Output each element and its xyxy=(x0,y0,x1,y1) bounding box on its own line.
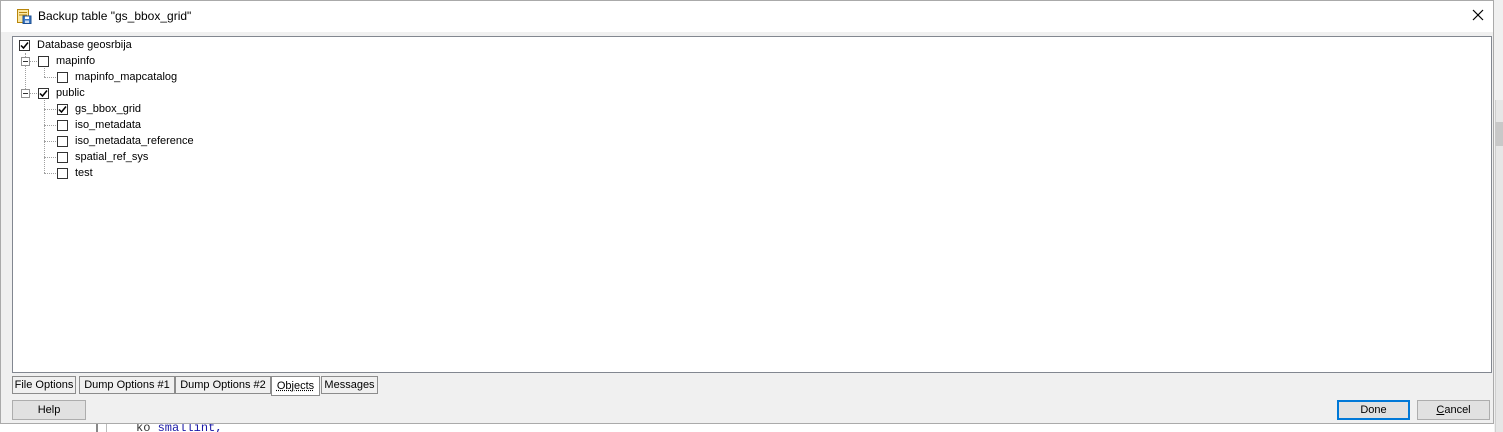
tab-label: File Options xyxy=(14,379,74,391)
tree-item-iso-metadata-reference[interactable]: iso_metadata_reference xyxy=(57,133,194,149)
tree-connector xyxy=(44,141,56,142)
checkbox-test[interactable] xyxy=(57,167,68,179)
tree-connector xyxy=(44,173,56,174)
tree-item-mapinfo[interactable]: mapinfo xyxy=(38,53,95,69)
backup-table-icon xyxy=(16,8,32,24)
checkbox-database-checked[interactable] xyxy=(19,39,30,51)
close-icon xyxy=(1472,9,1484,24)
background-code-line: ko smallint, xyxy=(136,424,222,432)
tree-item-spatial-ref-sys[interactable]: spatial_ref_sys xyxy=(57,149,148,165)
background-window-edge xyxy=(1494,0,1503,432)
checkbox-iso-metadata-reference[interactable] xyxy=(57,135,68,147)
cancel-button[interactable]: Cancel xyxy=(1417,400,1490,420)
tab-file-options[interactable]: File Options xyxy=(12,376,76,394)
background-editor-gutter xyxy=(96,424,107,432)
tree-item-public[interactable]: public xyxy=(38,85,85,101)
tree-label: mapinfo xyxy=(56,55,96,67)
tree-connector xyxy=(44,125,56,126)
done-button-label: Done xyxy=(1360,404,1387,416)
tab-label: Dump Options #2 xyxy=(180,379,266,391)
tree-item-mapinfo-mapcatalog[interactable]: mapinfo_mapcatalog xyxy=(57,69,177,85)
background-code-word: ko xyxy=(136,424,151,432)
tree-item-test[interactable]: test xyxy=(57,165,93,181)
cancel-label-rest: ancel xyxy=(1444,404,1471,416)
checkbox-spatial-ref-sys[interactable] xyxy=(57,151,68,163)
tab-label: Messages xyxy=(324,379,375,391)
title-bar[interactable]: Backup table "gs_bbox_grid" xyxy=(1,1,1493,32)
checkbox-mapinfo-mapcatalog[interactable] xyxy=(57,71,68,83)
tree-label: mapinfo_mapcatalog xyxy=(75,71,178,83)
backup-table-dialog: Backup table "gs_bbox_grid" Database geo… xyxy=(0,0,1494,424)
tree-connector xyxy=(44,77,56,78)
tree-label: iso_metadata xyxy=(75,119,142,131)
tree-label: gs_bbox_grid xyxy=(75,103,142,115)
tree-label: test xyxy=(75,167,93,179)
tab-label: Dump Options #1 xyxy=(84,379,170,391)
collapse-public-toggle[interactable] xyxy=(21,89,30,98)
background-scrollbar xyxy=(1495,100,1503,432)
close-button[interactable] xyxy=(1463,1,1493,32)
checkbox-mapinfo[interactable] xyxy=(38,55,49,67)
tab-dump-options-2[interactable]: Dump Options #2 xyxy=(175,376,271,394)
tree-label: Database geosrbija xyxy=(37,39,132,51)
objects-tree[interactable]: Database geosrbija mapinfo mapinfo_mapca… xyxy=(12,36,1492,373)
checkbox-gs-bbox-grid-checked[interactable] xyxy=(57,103,68,115)
tree-item-database[interactable]: Database geosrbija xyxy=(19,37,132,53)
tree-label: iso_metadata_reference xyxy=(75,135,194,147)
background-code-type: smallint, xyxy=(157,424,223,432)
help-button[interactable]: Help xyxy=(12,400,86,420)
tab-dump-options-1[interactable]: Dump Options #1 xyxy=(79,376,175,394)
background-code-editor: ko smallint, xyxy=(0,424,1494,432)
tree-label: spatial_ref_sys xyxy=(75,151,149,163)
tree-connector xyxy=(44,109,56,110)
checkbox-iso-metadata[interactable] xyxy=(57,119,68,131)
help-button-label: Help xyxy=(37,404,61,416)
tree-connector xyxy=(44,157,56,158)
tab-messages[interactable]: Messages xyxy=(321,376,378,394)
dialog-title: Backup table "gs_bbox_grid" xyxy=(38,9,192,23)
tab-label: Objects xyxy=(276,380,315,392)
tree-label: public xyxy=(56,87,85,99)
tree-connector xyxy=(29,93,37,94)
tree-item-iso-metadata[interactable]: iso_metadata xyxy=(57,117,141,133)
tree-connector xyxy=(29,61,37,62)
checkbox-public-checked[interactable] xyxy=(38,87,49,99)
tree-item-gs-bbox-grid[interactable]: gs_bbox_grid xyxy=(57,101,141,117)
collapse-mapinfo-toggle[interactable] xyxy=(21,57,30,66)
background-scrollbar-thumb xyxy=(1495,122,1503,146)
cancel-button-label: Cancel xyxy=(1436,404,1470,416)
tab-objects[interactable]: Objects xyxy=(271,376,320,396)
done-button[interactable]: Done xyxy=(1337,400,1410,420)
